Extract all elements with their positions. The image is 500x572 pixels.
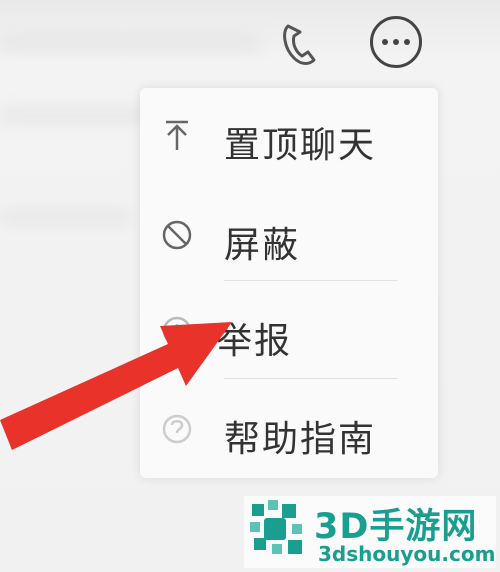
watermark: 3D手游网 3dshouyou.com — [244, 496, 496, 568]
menu-divider — [224, 378, 398, 379]
more-options-icon[interactable] — [370, 16, 422, 68]
menu-item-label: 置顶聊天 — [224, 125, 377, 166]
menu-item-label: 屏蔽 — [224, 225, 301, 266]
menu-item-label: 帮助指南 — [224, 419, 377, 460]
blurred-row — [0, 36, 260, 50]
menu-item-pin-chat[interactable]: 置顶聊天 — [140, 96, 438, 176]
menu-item-block[interactable]: 屏蔽 — [140, 196, 438, 276]
pin-top-icon — [166, 120, 188, 150]
watermark-url: 3dshouyou.com — [318, 542, 496, 566]
site-logo-icon — [250, 500, 302, 554]
phone-icon[interactable] — [278, 20, 318, 68]
blurred-row — [0, 210, 130, 224]
block-icon — [162, 220, 192, 250]
red-arrow-pointer — [0, 322, 232, 450]
blurred-row — [0, 108, 150, 122]
menu-divider — [224, 280, 398, 281]
